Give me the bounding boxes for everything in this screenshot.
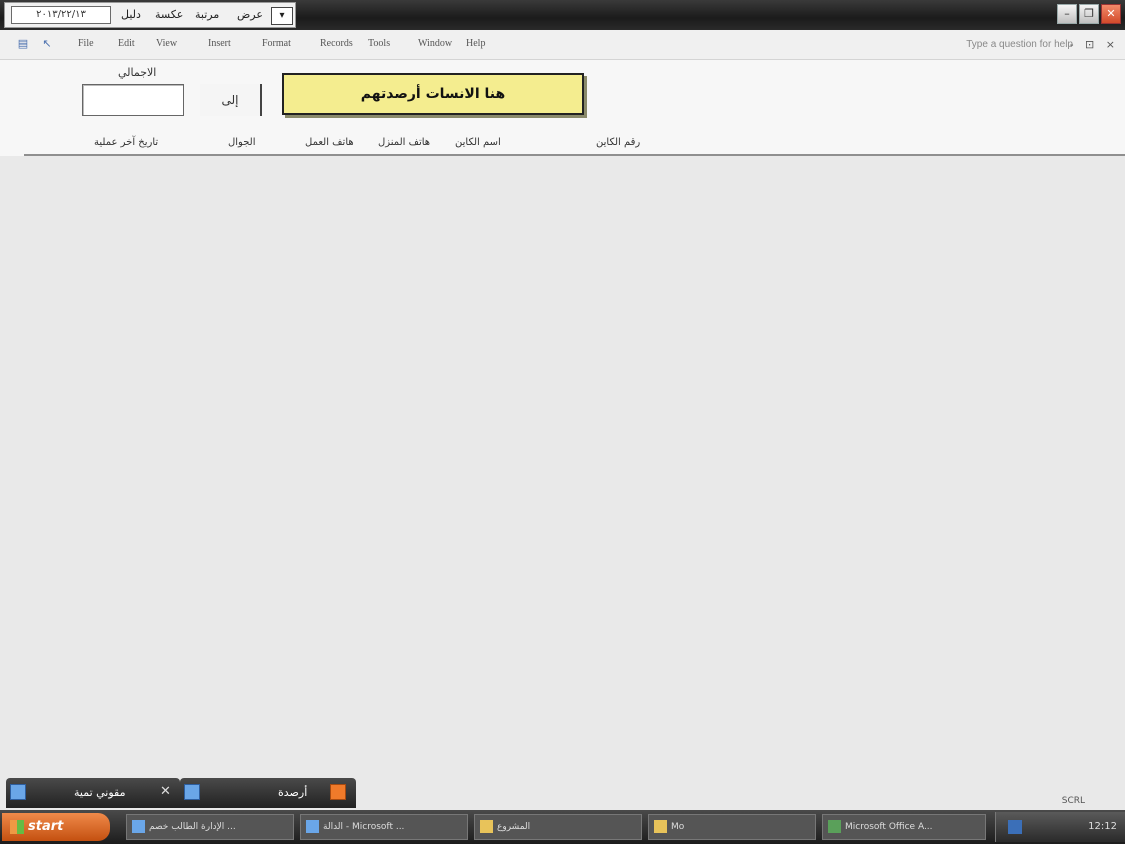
column-header-last-transaction-date: تاريخ آخر عملية (94, 137, 159, 148)
document-tab-label: أرصدة (278, 786, 308, 799)
taskbar-item-label: المشروع (497, 822, 531, 832)
access-icon (828, 820, 841, 833)
column-header-customer-id: رقم الكاين (596, 137, 641, 148)
menu-help[interactable]: Help (466, 38, 485, 49)
chevron-down-icon[interactable]: ▾ (271, 7, 293, 25)
header-divider (24, 154, 1125, 156)
column-header-home-phone: هاتف المنزل (378, 137, 431, 148)
system-tray: 12:12 (995, 812, 1125, 842)
pointer-icon[interactable]: ↖ (40, 37, 54, 51)
folder-icon (654, 820, 667, 833)
taskbar: start الإدارة الطالب خصم ... الدالة - Mi… (0, 810, 1125, 844)
tab-guide[interactable]: دليل (121, 8, 141, 21)
tab-view[interactable]: عرض (237, 8, 263, 21)
app-icon[interactable]: ▤ (16, 37, 30, 51)
menu-view[interactable]: View (156, 38, 177, 49)
tab-sorted[interactable]: مرتبة (195, 8, 219, 21)
close-icon[interactable]: ✕ (1101, 4, 1121, 24)
document-tabs: مقوني تمية ✕ أرصدة SCRL (0, 776, 1125, 810)
title-bar: ٢٠١٣/٢٢/١٣ دليل عكسة مرتبة عرض ▾ – ❐ ✕ (0, 0, 1125, 30)
taskbar-item[interactable]: Mo (648, 814, 816, 840)
folder-icon (480, 820, 493, 833)
restore-icon[interactable]: ❐ (1079, 4, 1099, 24)
taskbar-item-label: Microsoft Office A... (845, 822, 933, 832)
menu-edit[interactable]: Edit (118, 38, 135, 49)
start-label: start (28, 819, 64, 834)
column-header-customer-name: اسم الكاين (455, 137, 501, 148)
go-button[interactable]: إلى (200, 84, 262, 116)
minimize-icon[interactable]: – (1057, 4, 1077, 24)
document-tab-balances[interactable]: أرصدة (180, 778, 356, 808)
menu-window[interactable]: Window (418, 38, 452, 49)
document-tab-customers[interactable]: مقوني تمية ✕ (6, 778, 180, 808)
column-header-mobile: الجوال (228, 137, 256, 148)
total-label: الاجمالي (118, 66, 157, 79)
window-icon (132, 820, 145, 833)
taskbar-item[interactable]: الدالة - Microsoft ... (300, 814, 468, 840)
menu-records[interactable]: Records (320, 38, 353, 49)
total-field[interactable] (82, 84, 184, 116)
menu-file[interactable]: File (78, 38, 94, 49)
taskbar-item-label: الدالة - Microsoft ... (323, 822, 405, 832)
window-controls: – ❐ ✕ (1057, 4, 1121, 24)
window-icon (306, 820, 319, 833)
windows-logo-icon (10, 820, 24, 834)
status-scroll-lock: SCRL (1061, 796, 1085, 806)
menu-bar: ▤ ↖ File Edit View Insert Format Records… (0, 30, 1125, 60)
language-icon[interactable] (1008, 820, 1022, 834)
close-icon[interactable]: ✕ (160, 784, 171, 799)
column-header-work-phone: هاتف العمل (305, 137, 354, 148)
taskbar-item[interactable]: الإدارة الطالب خصم ... (126, 814, 294, 840)
taskbar-item[interactable]: Microsoft Office A... (822, 814, 986, 840)
menu-insert[interactable]: Insert (208, 38, 231, 49)
document-tab-label: مقوني تمية (74, 786, 126, 799)
record-navigation-panel: ٢٠١٣/٢٢/١٣ دليل عكسة مرتبة عرض ▾ (4, 2, 296, 28)
record-date-field[interactable]: ٢٠١٣/٢٢/١٣ (11, 6, 111, 24)
help-search-input[interactable]: Type a question for help (966, 39, 1073, 50)
taskbar-item[interactable]: المشروع (474, 814, 642, 840)
form-icon (184, 784, 200, 800)
form-header: الاجمالي إلى هنا الانسات أرصدتهم رقم الك… (0, 60, 1125, 156)
menu-format[interactable]: Format (262, 38, 291, 49)
taskbar-item-label: الإدارة الطالب خصم ... (149, 822, 236, 832)
start-button[interactable]: start (2, 813, 110, 841)
form-icon (10, 784, 26, 800)
document-window-controls[interactable]: - ⊡ × (1070, 38, 1119, 51)
form-title: هنا الانسات أرصدتهم (282, 73, 584, 115)
clock: 12:12 (1088, 821, 1117, 832)
menu-tools[interactable]: Tools (368, 38, 390, 49)
close-icon[interactable] (330, 784, 346, 800)
tab-reverse[interactable]: عكسة (155, 8, 183, 21)
taskbar-item-label: Mo (671, 822, 685, 832)
